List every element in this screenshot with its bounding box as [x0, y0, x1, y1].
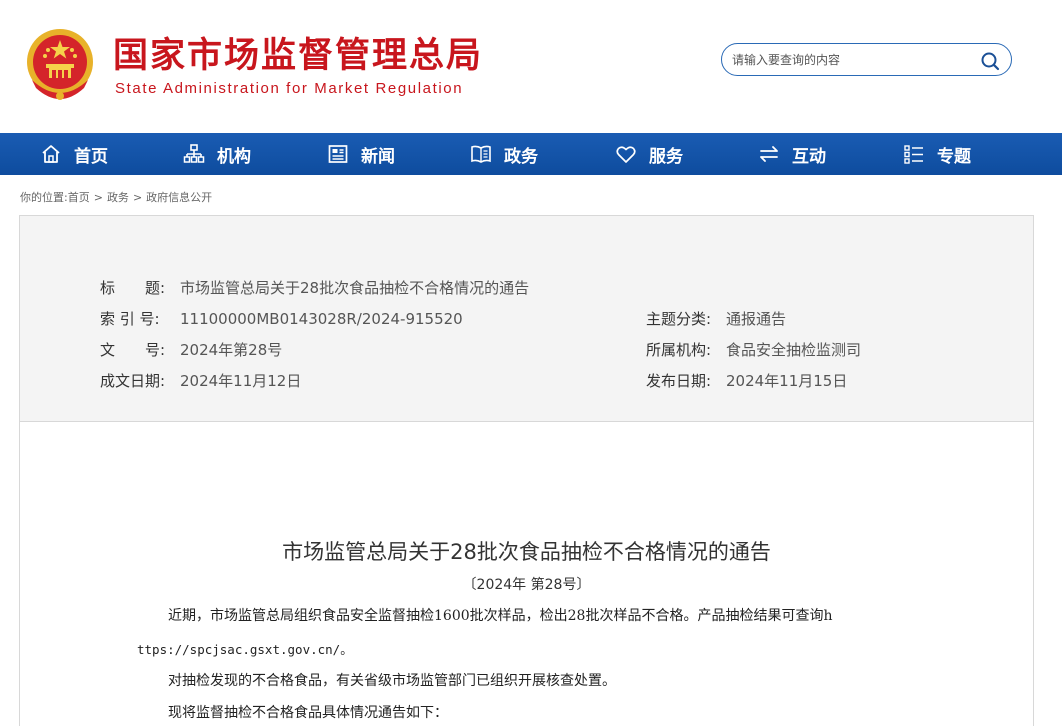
meta-date-published-value: 2024年11月15日	[726, 372, 848, 390]
content-frame: 标 题: 市场监管总局关于28批次食品抽检不合格情况的通告 索 引 号: 11100…	[19, 215, 1034, 726]
search-input[interactable]	[732, 49, 972, 71]
meta-date-written-row: 成文日期: 2024年11月12日	[100, 371, 301, 391]
meta-doc-no-row: 文 号: 2024年第28号	[100, 340, 282, 360]
meta-date-published-row: 发布日期: 2024年11月15日	[646, 371, 847, 391]
search-box	[721, 43, 1012, 76]
meta-agency-row: 所属机构: 食品安全抽检监测司	[646, 340, 861, 360]
nav-item-label: 机构	[217, 146, 251, 167]
meta-index-value: 11100000MB0143028R/2024-915520	[180, 310, 463, 328]
nav-item-government-affairs[interactable]: 政务	[470, 133, 538, 175]
national-emblem-icon[interactable]	[24, 28, 96, 104]
meta-agency-label: 所属机构:	[646, 341, 712, 359]
meta-topic-row: 主题分类: 通报通告	[646, 309, 786, 329]
nav-item-news[interactable]: 新闻	[327, 133, 395, 175]
swap-arrows-icon	[758, 143, 780, 165]
nav-item-label: 服务	[649, 146, 683, 167]
breadcrumb-separator: >	[132, 191, 143, 204]
breadcrumb-government-affairs[interactable]: 政务	[107, 191, 129, 204]
breadcrumb-home[interactable]: 首页	[68, 191, 90, 204]
search-icon[interactable]	[979, 50, 1001, 72]
meta-title-row: 标 题: 市场监管总局关于28批次食品抽检不合格情况的通告	[100, 278, 529, 298]
home-icon	[40, 143, 62, 165]
nav-item-organization[interactable]: 机构	[183, 133, 251, 175]
nav-item-label: 互动	[792, 146, 826, 167]
nav-item-home[interactable]: 首页	[40, 133, 108, 175]
document-meta-panel: 标 题: 市场监管总局关于28批次食品抽检不合格情况的通告 索 引 号: 11100…	[20, 216, 1033, 422]
nav-item-label: 政务	[504, 146, 538, 167]
meta-agency-value: 食品安全抽检监测司	[726, 341, 862, 359]
nav-item-label: 专题	[937, 146, 971, 167]
nav-item-topics[interactable]: 专题	[903, 133, 971, 175]
org-chart-icon	[183, 143, 205, 165]
newspaper-icon	[327, 143, 349, 165]
breadcrumb-separator: >	[93, 191, 103, 204]
meta-index-row: 索 引 号: 11100000MB0143028R/2024-915520	[100, 309, 463, 329]
book-icon	[470, 143, 492, 165]
article-paragraph-1-line-1: 近期，市场监管总局组织食品安全监督抽检1600批次样品，检出28批次样品不合格。…	[168, 608, 833, 624]
article-number: 〔2024年 第28号〕	[462, 577, 591, 593]
main-nav: 首页 机构 新闻 政务 服务 互动 专题	[0, 133, 1062, 175]
meta-date-published-label: 发布日期:	[646, 372, 712, 390]
meta-index-label: 索 引 号:	[100, 310, 160, 328]
breadcrumb-prefix: 你的位置:	[20, 191, 68, 204]
article-paragraph-3: 现将监督抽检不合格食品具体情况通告如下：	[168, 705, 448, 721]
list-icon	[903, 143, 925, 165]
article-title: 市场监管总局关于28批次食品抽检不合格情况的通告	[282, 540, 771, 564]
article-paragraph-1-line-2[interactable]: ttps://spcjsac.gsxt.gov.cn/。	[137, 640, 353, 660]
meta-topic-label: 主题分类:	[646, 310, 712, 328]
meta-doc-no-value: 2024年第28号	[180, 341, 283, 359]
nav-item-services[interactable]: 服务	[615, 133, 683, 175]
nav-item-label: 首页	[74, 146, 108, 167]
meta-date-written-value: 2024年11月12日	[180, 372, 302, 390]
breadcrumb-public-info[interactable]: 政府信息公开	[146, 191, 212, 204]
heart-icon	[615, 143, 637, 165]
meta-date-written-label: 成文日期:	[100, 372, 166, 390]
meta-doc-no-label: 文 号:	[100, 341, 166, 359]
site-header: 国家市场监督管理总局 State Administration for Mark…	[0, 0, 1062, 133]
article-paragraph-2: 对抽检发现的不合格食品，有关省级市场监管部门已组织开展核查处置。	[168, 673, 616, 689]
site-subtitle: State Administration for Market Regulati…	[115, 80, 464, 97]
result-query-link[interactable]: ttps://spcjsac.gsxt.gov.cn/。	[137, 642, 353, 657]
meta-title-value: 市场监管总局关于28批次食品抽检不合格情况的通告	[180, 279, 530, 297]
nav-item-label: 新闻	[361, 146, 395, 167]
breadcrumb: 你的位置:首页 > 政务 > 政府信息公开	[20, 189, 212, 205]
meta-topic-value: 通报通告	[726, 310, 787, 328]
site-title: 国家市场监督管理总局	[113, 36, 484, 76]
nav-item-interaction[interactable]: 互动	[758, 133, 826, 175]
meta-title-label: 标 题:	[100, 279, 166, 297]
